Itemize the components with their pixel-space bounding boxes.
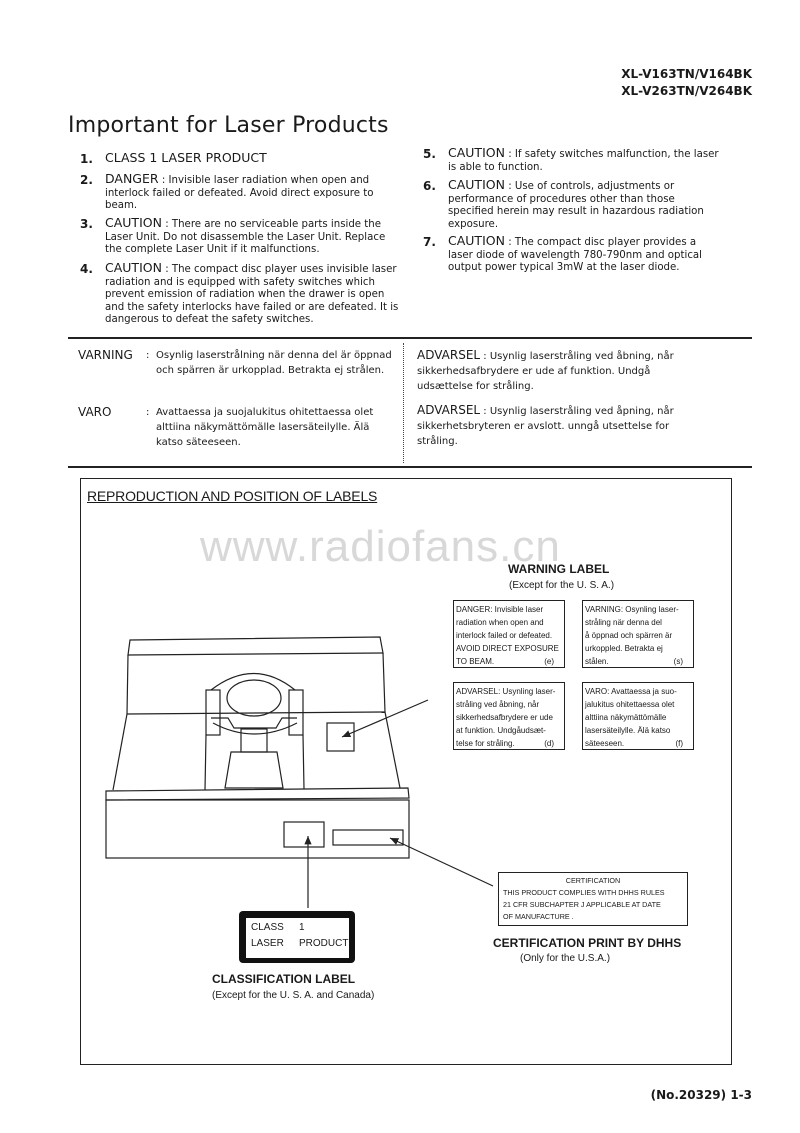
classification-label: CLASS 1 LASER PRODUCT [246,918,349,958]
top-panel [127,636,384,656]
classification-title: CLASSIFICATION LABEL [212,972,356,986]
page-number: (No.20329) 1-3 [650,1088,752,1102]
arrow-certification [389,837,494,887]
certification-subtitle: (Only for the U.S.A.) [520,953,611,964]
warning-label-position [326,722,355,752]
clamp-arc [210,672,296,691]
cd-player-drawing [105,636,494,908]
disc-clamp [226,679,282,717]
certification-title: CERTIFICATION PRINT BY DHHS [493,936,682,950]
classification-label-position [283,821,325,848]
front-panel [105,799,410,859]
certification-label-position [332,829,404,846]
classification-subtitle: (Except for the U. S. A. and Canada) [212,990,375,1001]
certification-box: CERTIFICATION THIS PRODUCT COMPLIES WITH… [498,872,688,926]
